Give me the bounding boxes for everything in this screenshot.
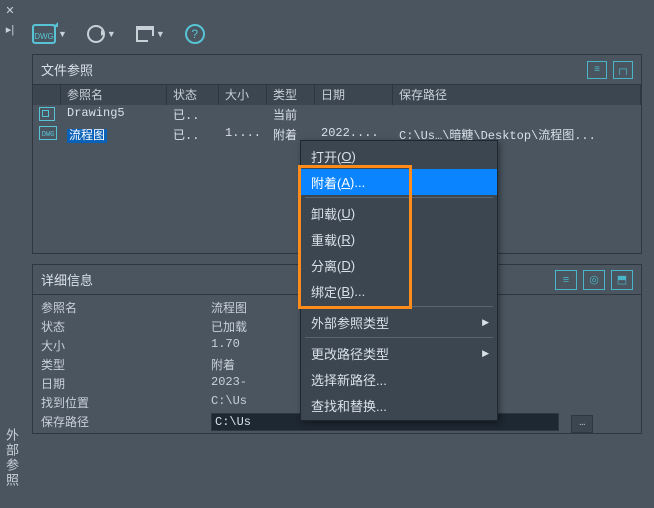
col-size[interactable]: 大小 <box>219 85 267 105</box>
col-status[interactable]: 状态 <box>167 85 219 105</box>
menu-change-path-type[interactable]: 更改路径类型 <box>301 340 497 366</box>
panel-title: 文件参照 <box>41 60 93 79</box>
chevron-down-icon: ▼ <box>58 29 67 39</box>
detail-val: 1.70 <box>211 337 240 356</box>
detail-key: 状态 <box>41 318 211 337</box>
col-name[interactable]: 参照名 <box>61 85 167 105</box>
details-icon[interactable]: ≡ <box>555 270 577 290</box>
help-icon: ? <box>185 24 205 44</box>
table-row[interactable]: Drawing5 已.. 当前 <box>33 105 641 125</box>
detail-key: 大小 <box>41 337 211 356</box>
panel-header: 文件参照 ≡ ┌┐ <box>33 55 641 85</box>
menu-separator <box>305 337 493 338</box>
col-date[interactable]: 日期 <box>315 85 393 105</box>
menu-attach[interactable]: 附着(A)... <box>301 169 497 195</box>
help-button[interactable]: ? <box>181 22 209 46</box>
cell-date <box>315 105 393 125</box>
menu-separator <box>305 197 493 198</box>
detail-view-buttons: ≡ ◎ ⬒ <box>555 270 633 290</box>
col-icon[interactable] <box>33 85 61 105</box>
menu-unload[interactable]: 卸载(U) <box>301 200 497 226</box>
menu-reload[interactable]: 重载(R) <box>301 226 497 252</box>
detail-key: 类型 <box>41 356 211 375</box>
panel-left-rail: ✕ ▸| 外部参照 <box>0 0 20 508</box>
view-mode-buttons: ≡ ┌┐ <box>587 61 633 79</box>
chevron-down-icon: ▼ <box>156 29 165 39</box>
cell-name: Drawing5 <box>67 106 125 120</box>
drawing-icon <box>39 107 55 121</box>
cell-status: 已.. <box>167 105 219 125</box>
col-path[interactable]: 保存路径 <box>393 85 641 105</box>
tree-view-icon[interactable]: ┌┐ <box>613 61 633 79</box>
menu-open[interactable]: 打开(O) <box>301 143 497 169</box>
detail-key: 日期 <box>41 375 211 394</box>
cell-type: 当前 <box>267 105 315 125</box>
list-view-icon[interactable]: ≡ <box>587 61 607 79</box>
detail-val: 已加载 <box>211 318 247 337</box>
detail-val: 附着 <box>211 356 235 375</box>
panel-title: 详细信息 <box>41 270 93 289</box>
detail-val: 2023- <box>211 375 247 394</box>
path-button[interactable]: ▼ <box>132 24 169 44</box>
menu-select-new-path[interactable]: 选择新路径... <box>301 366 497 392</box>
refresh-icon <box>87 25 105 43</box>
menu-detach[interactable]: 分离(D) <box>301 252 497 278</box>
browse-path-button[interactable]: … <box>571 415 593 433</box>
detail-key: 找到位置 <box>41 394 211 413</box>
xref-icon[interactable]: ⬒ <box>611 270 633 290</box>
dwg-icon: DWG <box>39 126 57 140</box>
cell-name: 流程图 <box>67 129 107 143</box>
cell-size <box>219 105 267 125</box>
close-icon[interactable]: ✕ <box>5 4 14 17</box>
context-menu: 打开(O) 附着(A)... 卸载(U) 重载(R) 分离(D) 绑定(B)..… <box>300 140 498 421</box>
menu-xref-type[interactable]: 外部参照类型 <box>301 309 497 335</box>
xref-toolbar: DWG ▼ ▼ ▼ ? <box>28 16 209 52</box>
detail-val: 流程图 <box>211 299 247 318</box>
chevron-down-icon: ▼ <box>107 29 116 39</box>
cell-path <box>393 105 641 125</box>
menu-separator <box>305 306 493 307</box>
menu-bind[interactable]: 绑定(B)... <box>301 278 497 304</box>
refresh-button[interactable]: ▼ <box>83 23 120 45</box>
pin-icon[interactable]: ▸| <box>6 23 14 36</box>
panel-vertical-title: 外部参照 <box>2 428 21 488</box>
attach-dwg-button[interactable]: DWG ▼ <box>28 22 71 46</box>
detail-key: 保存路径 <box>41 413 211 432</box>
cell-size: 1.... <box>219 125 267 145</box>
detail-val: C:\Us <box>211 394 247 413</box>
table-header: 参照名 状态 大小 类型 日期 保存路径 <box>33 85 641 105</box>
folder-icon <box>136 26 154 42</box>
detail-key: 参照名 <box>41 299 211 318</box>
dwg-icon: DWG <box>32 24 56 44</box>
col-type[interactable]: 类型 <box>267 85 315 105</box>
preview-icon[interactable]: ◎ <box>583 270 605 290</box>
cell-status: 已.. <box>167 125 219 145</box>
menu-find-replace[interactable]: 查找和替换... <box>301 392 497 418</box>
